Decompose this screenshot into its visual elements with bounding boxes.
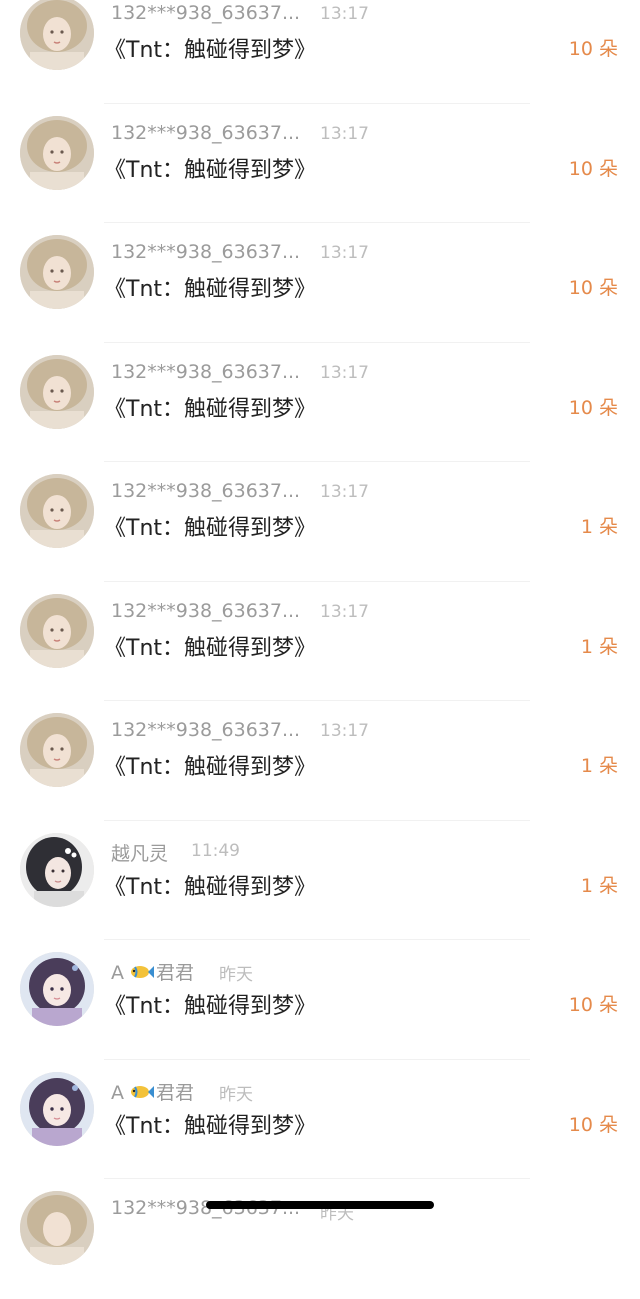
name-text: 君君: [156, 1081, 195, 1104]
book-title: 《Tnt：触碰得到梦》: [104, 874, 317, 900]
list-item[interactable]: 132***938_63637... 13:17 《Tnt：触碰得到梦》 10 …: [0, 104, 640, 223]
timestamp: 13:17: [320, 601, 369, 622]
avatar[interactable]: [20, 1071, 94, 1146]
flower-count: 1 朵: [580, 516, 618, 538]
timestamp: 13:17: [320, 123, 369, 144]
name-prefix: A: [111, 1081, 124, 1104]
timestamp: 昨天: [219, 1084, 253, 1105]
sender-name: 132***938_63637...: [111, 599, 301, 622]
avatar[interactable]: [20, 354, 94, 429]
fish-icon: [128, 962, 154, 982]
flower-count: 10 朵: [568, 157, 618, 180]
book-title: 《Tnt：触碰得到梦》: [104, 277, 317, 302]
list-item[interactable]: 132***938_63637... 13:17 《Tnt：触碰得到梦》 1 朵: [0, 582, 640, 701]
avatar[interactable]: [20, 952, 94, 1026]
book-title: 《Tnt：触碰得到梦》: [104, 157, 317, 183]
sender-name: 132***938_63637...: [111, 2, 301, 24]
list-item[interactable]: A 君君 昨天 《Tnt：触碰得到梦》 10 朵: [0, 940, 640, 1060]
avatar[interactable]: [20, 235, 94, 309]
timestamp: 13:17: [320, 721, 369, 741]
avatar[interactable]: [20, 832, 94, 907]
flower-count: 10 朵: [568, 38, 618, 60]
book-title: 《Tnt：触碰得到梦》: [104, 994, 317, 1019]
timestamp: 13:17: [320, 362, 369, 383]
list-item[interactable]: 132***938_63637... 13:17 《Tnt：触碰得到梦》 1 朵: [0, 462, 640, 582]
name-text: 君君: [156, 962, 195, 984]
book-title: 《Tnt：触碰得到梦》: [104, 1113, 317, 1139]
sender-name: 132***938_63637...: [111, 241, 301, 263]
timestamp: 11:49: [191, 840, 240, 861]
list-item[interactable]: 132***938_63637... 13:17 《Tnt：触碰得到梦》 10 …: [0, 343, 640, 462]
avatar[interactable]: [20, 1191, 94, 1265]
flower-count: 1 朵: [580, 755, 618, 777]
sender-name: 132***938_63637...: [111, 360, 301, 383]
avatar[interactable]: [20, 713, 94, 787]
list-item[interactable]: 132***938_63637... 13:17 《Tnt：触碰得到梦》 10 …: [0, 0, 640, 104]
flower-count: 1 朵: [580, 874, 618, 897]
timestamp: 13:17: [320, 243, 369, 263]
list-item[interactable]: 越凡灵 11:49 《Tnt：触碰得到梦》 1 朵: [0, 821, 640, 940]
flower-count: 10 朵: [568, 396, 618, 419]
flower-count: 10 朵: [568, 994, 618, 1016]
book-title: 《Tnt：触碰得到梦》: [104, 396, 317, 422]
gift-list: 132***938_63637... 13:17 《Tnt：触碰得到梦》 10 …: [0, 0, 640, 1299]
name-prefix: A: [111, 962, 124, 984]
home-indicator[interactable]: [206, 1201, 434, 1209]
timestamp: 13:17: [320, 482, 369, 502]
flower-count: 1 朵: [580, 635, 618, 658]
list-item[interactable]: A 君君 昨天 《Tnt：触碰得到梦》 10 朵: [0, 1060, 640, 1179]
fish-icon: [128, 1082, 154, 1102]
book-title: 《Tnt：触碰得到梦》: [104, 755, 317, 780]
list-item[interactable]: 132***938_63637... 昨天: [0, 1179, 640, 1299]
avatar[interactable]: [20, 115, 94, 190]
book-title: 《Tnt：触碰得到梦》: [104, 38, 317, 63]
timestamp: 13:17: [320, 4, 369, 24]
sender-name: 越凡灵: [111, 842, 169, 865]
flower-count: 10 朵: [568, 1113, 618, 1136]
sender-name: 132***938_63637...: [111, 121, 301, 144]
book-title: 《Tnt：触碰得到梦》: [104, 635, 317, 661]
sender-name: 132***938_63637...: [111, 480, 301, 502]
avatar[interactable]: [20, 474, 94, 548]
sender-name: 132***938_63637...: [111, 719, 301, 741]
sender-name: A 君君: [111, 1078, 194, 1105]
avatar[interactable]: [20, 593, 94, 668]
avatar[interactable]: [20, 0, 94, 70]
list-item[interactable]: 132***938_63637... 13:17 《Tnt：触碰得到梦》 10 …: [0, 223, 640, 343]
sender-name: A 君君: [111, 958, 194, 985]
flower-count: 10 朵: [568, 277, 618, 299]
list-item[interactable]: 132***938_63637... 13:17 《Tnt：触碰得到梦》 1 朵: [0, 701, 640, 821]
timestamp: 昨天: [219, 965, 253, 985]
book-title: 《Tnt：触碰得到梦》: [104, 516, 317, 541]
